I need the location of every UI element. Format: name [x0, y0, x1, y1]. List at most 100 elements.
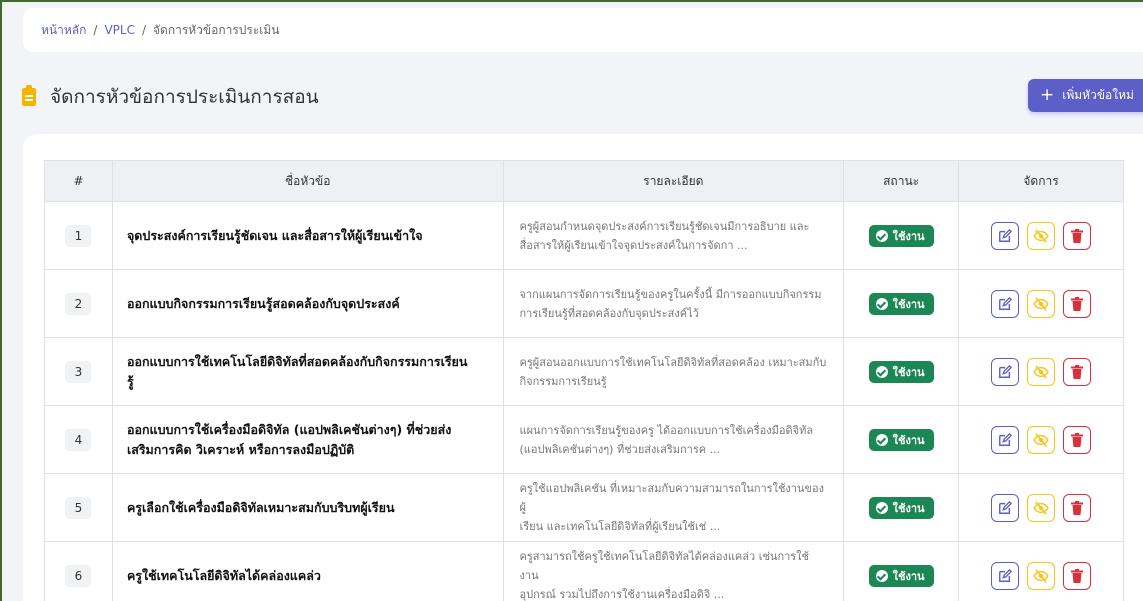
hide-button[interactable]: [1027, 493, 1056, 522]
check-circle-icon: [875, 365, 888, 378]
delete-button[interactable]: [1063, 425, 1092, 454]
trash-icon: [1071, 432, 1084, 447]
edit-icon: [999, 296, 1013, 310]
topic-description: จากแผนการจัดการเรียนรู้ของครูในครั้งนี้ …: [504, 285, 844, 323]
description-line: แผนการจัดการเรียนรู้ของครู ได้ออกแบบการใ…: [519, 423, 814, 437]
table-row: 3 ออกแบบการใช้เทคโนโลยีดิจิทัลที่สอดคล้อ…: [44, 337, 1124, 406]
edit-button[interactable]: [991, 561, 1020, 590]
row-number: 1: [65, 224, 92, 247]
eye-slash-icon: [1033, 228, 1049, 243]
row-number: 4: [65, 428, 92, 451]
title-line: ออกแบบการใช้เทคโนโลยีดิจิทัลที่สอดคล้องก…: [126, 353, 468, 369]
eye-slash-icon: [1033, 568, 1049, 583]
column-header-description: รายละเอียด: [502, 160, 845, 202]
clipboard-icon: [22, 85, 36, 106]
edit-icon: [999, 364, 1013, 378]
delete-button[interactable]: [1063, 493, 1092, 522]
page-header: จัดการหัวข้อการประเมินการสอน: [22, 82, 319, 112]
status-label: ใช้งาน: [892, 433, 925, 447]
hide-button[interactable]: [1027, 357, 1056, 386]
description-line: ครูสามารถใช้ครูใช้เทคโนโลยีดิจิทัลได้คล่…: [519, 550, 810, 582]
description-line: ครูผู้สอนกำหนดจุดประสงค์การเรียนรู้ชัดเจ…: [519, 219, 810, 233]
topic-description: ครูผู้สอนออกแบบการใช้เทคโนโลยีดิจิทัลที่…: [504, 353, 844, 391]
status-badge: ใช้งาน: [868, 360, 934, 383]
table-row: 6 ครูใช้เทคโนโลยีดิจิทัลได้คล่องแคล่ว คร…: [44, 541, 1124, 601]
trash-icon: [1071, 364, 1084, 379]
table-row: 4 ออกแบบการใช้เครื่องมือดิจิทัล (แอปพลิเ…: [44, 405, 1124, 474]
edit-icon: [999, 432, 1013, 446]
row-number: 6: [65, 564, 92, 587]
breadcrumb-current: จัดการหัวข้อการประเมิน: [153, 22, 280, 37]
delete-button[interactable]: [1063, 289, 1092, 318]
status-label: ใช้งาน: [892, 297, 925, 311]
edit-button[interactable]: [991, 425, 1020, 454]
trash-icon: [1071, 500, 1084, 515]
topic-title: ครูใช้เทคโนโลยีดิจิทัลได้คล่องแคล่ว: [126, 567, 321, 583]
description-line: เรียน และเทคโนโลยีดิจิทัลที่ผู้เรียนใช้เ…: [519, 520, 721, 533]
status-label: ใช้งาน: [892, 229, 925, 243]
topic-title: ออกแบบการใช้เครื่องมือดิจิทัล (แอปพลิเคช…: [113, 420, 503, 460]
add-topic-button[interactable]: + เพิ่มหัวข้อใหม่: [1028, 79, 1143, 112]
check-circle-icon: [875, 433, 888, 446]
delete-button[interactable]: [1063, 357, 1092, 386]
description-line: การเรียนรู้ที่สอดคล้องกับจุดประสงค์ไว้: [519, 306, 699, 320]
row-number: 5: [65, 496, 92, 519]
hide-button[interactable]: [1027, 425, 1056, 454]
status-label: ใช้งาน: [892, 501, 925, 515]
title-line: เสริมการคิด วิเคราะห์ หรือการลงมือปฏิบัต…: [126, 441, 355, 457]
hide-button[interactable]: [1027, 289, 1056, 318]
edit-icon: [999, 500, 1013, 514]
description-line: ครูใช้แอปพลิเคชัน ที่เหมาะสมกับความสามาร…: [519, 482, 824, 514]
trash-icon: [1071, 296, 1084, 311]
window-top-border: [0, 0, 1143, 2]
hide-button[interactable]: [1027, 221, 1056, 250]
eye-slash-icon: [1033, 432, 1049, 447]
topic-title: จุดประสงค์การเรียนรู้ชัดเจน และสื่อสารให…: [126, 227, 423, 243]
eye-slash-icon: [1033, 364, 1049, 379]
check-circle-icon: [875, 229, 888, 242]
delete-button[interactable]: [1063, 561, 1092, 590]
breadcrumb-home-link[interactable]: หน้าหลัก: [41, 21, 86, 40]
topics-card: # ชื่อหัวข้อ รายละเอียด สถานะ จัดการ 1 จ…: [23, 134, 1143, 601]
description-line: ครูผู้สอนออกแบบการใช้เทคโนโลยีดิจิทัลที่…: [519, 355, 827, 369]
description-line: กิจกรรมการเรียนรู้: [519, 374, 607, 388]
edit-icon: [999, 568, 1013, 582]
check-circle-icon: [875, 297, 888, 310]
description-line: อุปกรณ์ รวมไปถึงการใช้งานเครื่องมือดิจิ …: [519, 588, 725, 601]
window-left-border: [0, 0, 2, 601]
row-number: 3: [65, 360, 92, 383]
edit-icon: [999, 228, 1013, 242]
status-badge: ใช้งาน: [868, 224, 934, 247]
breadcrumb-separator: /: [141, 23, 146, 37]
topic-description: ครูใช้แอปพลิเคชัน ที่เหมาะสมกับความสามาร…: [504, 479, 844, 536]
edit-button[interactable]: [991, 221, 1020, 250]
topic-title: ครูเลือกใช้เครื่องมือดิจิทัลเหมาะสมกับบร…: [126, 499, 395, 515]
trash-icon: [1071, 228, 1084, 243]
edit-button[interactable]: [991, 289, 1020, 318]
table-row: 5 ครูเลือกใช้เครื่องมือดิจิทัลเหมาะสมกับ…: [44, 473, 1124, 542]
status-badge: ใช้งาน: [868, 292, 934, 315]
trash-icon: [1071, 568, 1084, 583]
title-line: รู้: [126, 373, 134, 389]
delete-button[interactable]: [1063, 221, 1092, 250]
add-topic-label: เพิ่มหัวข้อใหม่: [1062, 88, 1134, 102]
edit-button[interactable]: [991, 493, 1020, 522]
title-line: ออกแบบการใช้เครื่องมือดิจิทัล (แอปพลิเคช…: [126, 421, 452, 437]
status-badge: ใช้งาน: [868, 496, 934, 519]
eye-slash-icon: [1033, 296, 1049, 311]
status-badge: ใช้งาน: [868, 564, 934, 587]
column-header-number: #: [44, 160, 113, 202]
table-row: 1 จุดประสงค์การเรียนรู้ชัดเจน และสื่อสาร…: [44, 201, 1124, 270]
breadcrumb: หน้าหลัก / VPLC / จัดการหัวข้อการประเมิน: [23, 8, 1143, 52]
check-circle-icon: [875, 501, 888, 514]
plus-icon: +: [1040, 85, 1055, 105]
page-title: จัดการหัวข้อการประเมินการสอน: [50, 86, 319, 108]
description-line: (แอปพลิเคชันต่างๆ) ที่ช่วยส่งเสริมการค .…: [519, 442, 721, 456]
column-header-title: ชื่อหัวข้อ: [111, 160, 504, 202]
edit-button[interactable]: [991, 357, 1020, 386]
hide-button[interactable]: [1027, 561, 1056, 590]
column-header-status: สถานะ: [843, 160, 960, 202]
check-circle-icon: [875, 569, 888, 582]
breadcrumb-vplc-link[interactable]: VPLC: [104, 23, 135, 37]
topic-title: ออกแบบกิจกรรมการเรียนรู้สอดคล้องกับจุดปร…: [126, 295, 400, 311]
